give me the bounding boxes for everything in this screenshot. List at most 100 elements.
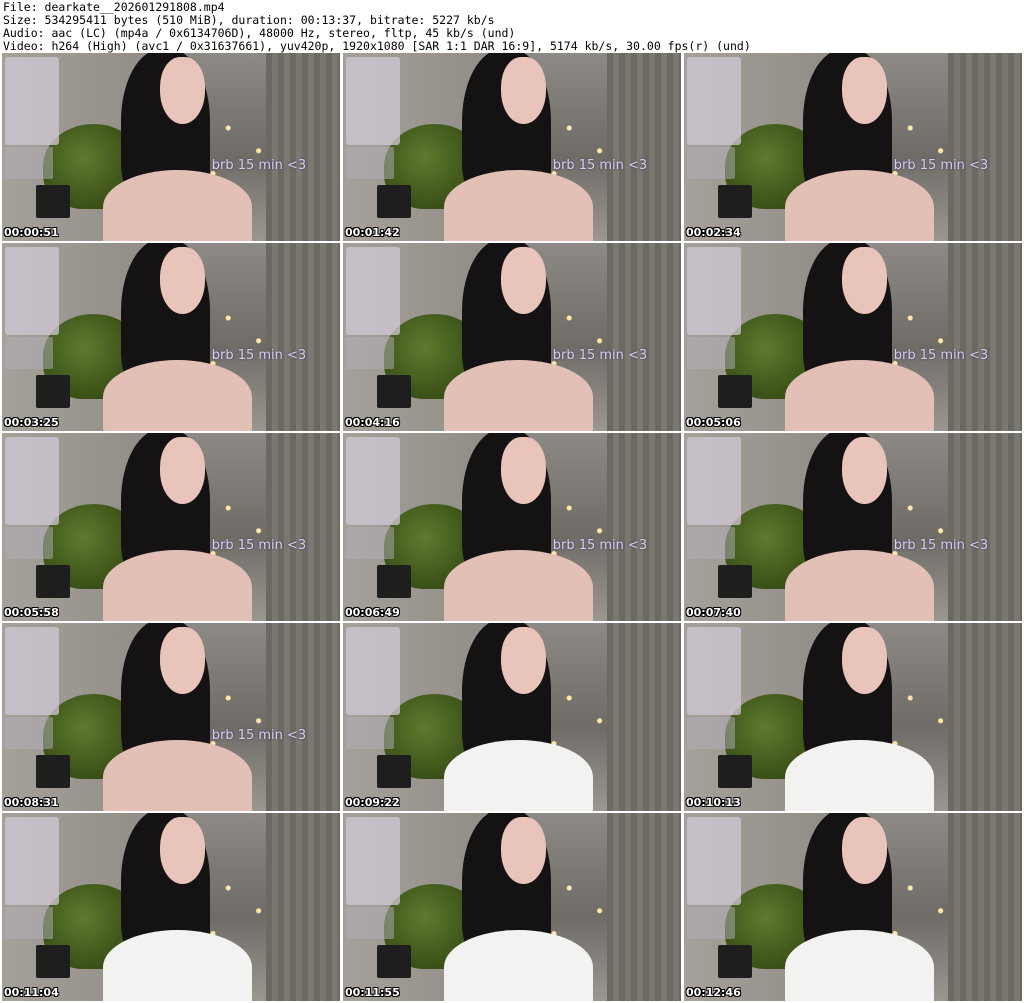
thumbnail-timestamp: 00:04:16 <box>345 416 400 429</box>
thumbnail-timestamp: 00:05:06 <box>686 416 741 429</box>
overlay-caption: brb 15 min <3 <box>552 158 648 174</box>
stream-overlay-list <box>346 907 394 939</box>
video-thumbnail: brb 15 min <3 00:05:06 <box>684 243 1022 431</box>
plant-pot <box>717 944 752 979</box>
stream-overlay-panel <box>687 56 742 146</box>
person-face <box>500 627 546 694</box>
thumbnail-timestamp: 00:09:22 <box>345 796 400 809</box>
video-thumbnail: brb 15 min <3 00:03:25 <box>2 243 340 431</box>
overlay-caption: brb 15 min <3 <box>893 348 989 364</box>
plant-pot <box>35 944 70 979</box>
person-shoulders <box>444 170 594 241</box>
stream-overlay-panel <box>687 246 742 336</box>
person <box>444 623 594 811</box>
stream-overlay-panel <box>5 246 60 336</box>
person-shoulders <box>444 930 594 1001</box>
stream-overlay-panel <box>687 626 742 716</box>
stream-overlay-panel <box>687 436 742 526</box>
person <box>444 53 594 241</box>
overlay-caption: brb 15 min <3 <box>552 348 648 364</box>
video-thumbnail: 00:09:22 <box>343 623 681 811</box>
stream-overlay-list <box>5 337 53 369</box>
thumbnail-timestamp: 00:08:31 <box>4 796 59 809</box>
stream-overlay-panel <box>5 56 60 146</box>
thumbnail-timestamp: 00:00:51 <box>4 226 59 239</box>
person <box>103 433 253 621</box>
video-thumbnail: 00:11:55 <box>343 813 681 1001</box>
plant-pot <box>376 184 411 219</box>
person <box>103 813 253 1001</box>
stream-overlay-panel <box>346 56 401 146</box>
person <box>103 623 253 811</box>
stream-overlay-list <box>346 147 394 179</box>
video-thumbnail: brb 15 min <3 00:08:31 <box>2 623 340 811</box>
stream-overlay-panel <box>346 626 401 716</box>
video-thumbnail: 00:10:13 <box>684 623 1022 811</box>
person-shoulders <box>785 360 935 431</box>
video-thumbnail: brb 15 min <3 00:02:34 <box>684 53 1022 241</box>
person <box>785 623 935 811</box>
person <box>444 433 594 621</box>
person-face <box>841 437 887 504</box>
person-face <box>159 627 205 694</box>
video-thumbnail: brb 15 min <3 00:01:42 <box>343 53 681 241</box>
person-face <box>841 817 887 884</box>
plant-pot <box>376 374 411 409</box>
plant-pot <box>35 184 70 219</box>
thumbnail-timestamp: 00:01:42 <box>345 226 400 239</box>
person-face <box>159 437 205 504</box>
stream-overlay-list <box>687 147 735 179</box>
overlay-caption: brb 15 min <3 <box>211 538 307 554</box>
plant-pot <box>35 754 70 789</box>
plant-pot <box>717 184 752 219</box>
person <box>785 53 935 241</box>
thumbnail-timestamp: 00:11:55 <box>345 986 400 999</box>
stream-overlay-list <box>687 717 735 749</box>
video-thumbnail: brb 15 min <3 00:04:16 <box>343 243 681 431</box>
person-shoulders <box>103 740 253 811</box>
person-shoulders <box>785 550 935 621</box>
video-thumbnail: brb 15 min <3 00:07:40 <box>684 433 1022 621</box>
overlay-caption: brb 15 min <3 <box>211 348 307 364</box>
thumbnail-timestamp: 00:10:13 <box>686 796 741 809</box>
person <box>785 813 935 1001</box>
file-info-header: File: dearkate__202601291808.mp4 Size: 53… <box>3 1 751 53</box>
thumbnail-timestamp: 00:02:34 <box>686 226 741 239</box>
video-thumbnail: brb 15 min <3 00:06:49 <box>343 433 681 621</box>
stream-overlay-list <box>5 717 53 749</box>
person <box>785 243 935 431</box>
plant-pot <box>376 754 411 789</box>
stream-overlay-panel <box>5 436 60 526</box>
plant-pot <box>35 374 70 409</box>
plant-pot <box>717 374 752 409</box>
plant-pot <box>717 754 752 789</box>
thumbnail-timestamp: 00:07:40 <box>686 606 741 619</box>
person-shoulders <box>103 360 253 431</box>
video-info-line: Video: h264 (High) (avc1 / 0x31637661), … <box>3 39 751 53</box>
person <box>103 53 253 241</box>
person-shoulders <box>785 170 935 241</box>
person <box>444 813 594 1001</box>
person-face <box>159 247 205 314</box>
person-face <box>500 437 546 504</box>
person-face <box>841 57 887 124</box>
video-thumbnail: 00:11:04 <box>2 813 340 1001</box>
stream-overlay-list <box>687 907 735 939</box>
stream-overlay-panel <box>5 626 60 716</box>
overlay-caption: brb 15 min <3 <box>893 538 989 554</box>
plant-pot <box>35 564 70 599</box>
plant-pot <box>717 564 752 599</box>
stream-overlay-list <box>346 337 394 369</box>
video-thumbnail: brb 15 min <3 00:05:58 <box>2 433 340 621</box>
stream-overlay-list <box>687 337 735 369</box>
person <box>103 243 253 431</box>
thumbnail-timestamp: 00:06:49 <box>345 606 400 619</box>
overlay-caption: brb 15 min <3 <box>893 158 989 174</box>
plant-pot <box>376 564 411 599</box>
thumbnail-grid: brb 15 min <3 00:00:51 brb 15 min <3 00:01:… <box>2 53 1022 1001</box>
person-face <box>159 57 205 124</box>
overlay-caption: brb 15 min <3 <box>211 158 307 174</box>
stream-overlay-list <box>5 527 53 559</box>
stream-overlay-list <box>5 147 53 179</box>
person-shoulders <box>103 170 253 241</box>
